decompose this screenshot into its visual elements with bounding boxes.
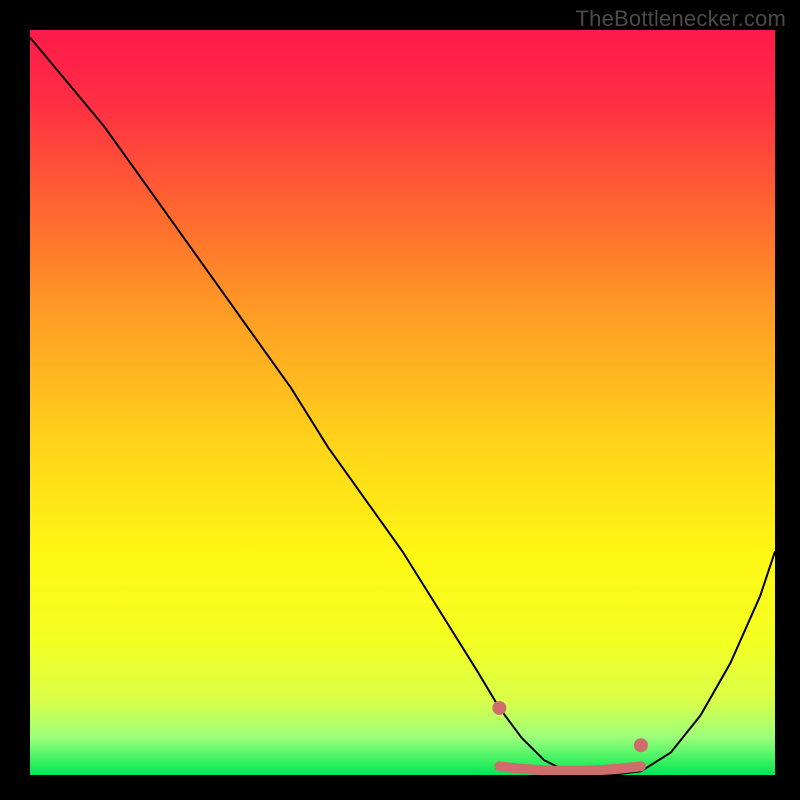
- bottleneck-curve: [30, 38, 775, 776]
- plot-area: [30, 30, 775, 775]
- chart-frame: TheBottlenecker.com: [0, 0, 800, 800]
- optimal-range-band: [499, 766, 641, 771]
- curve-marker-right: [634, 738, 648, 752]
- curve-layer: [30, 30, 775, 775]
- watermark-text: TheBottlenecker.com: [576, 6, 786, 32]
- curve-marker-left: [492, 701, 506, 715]
